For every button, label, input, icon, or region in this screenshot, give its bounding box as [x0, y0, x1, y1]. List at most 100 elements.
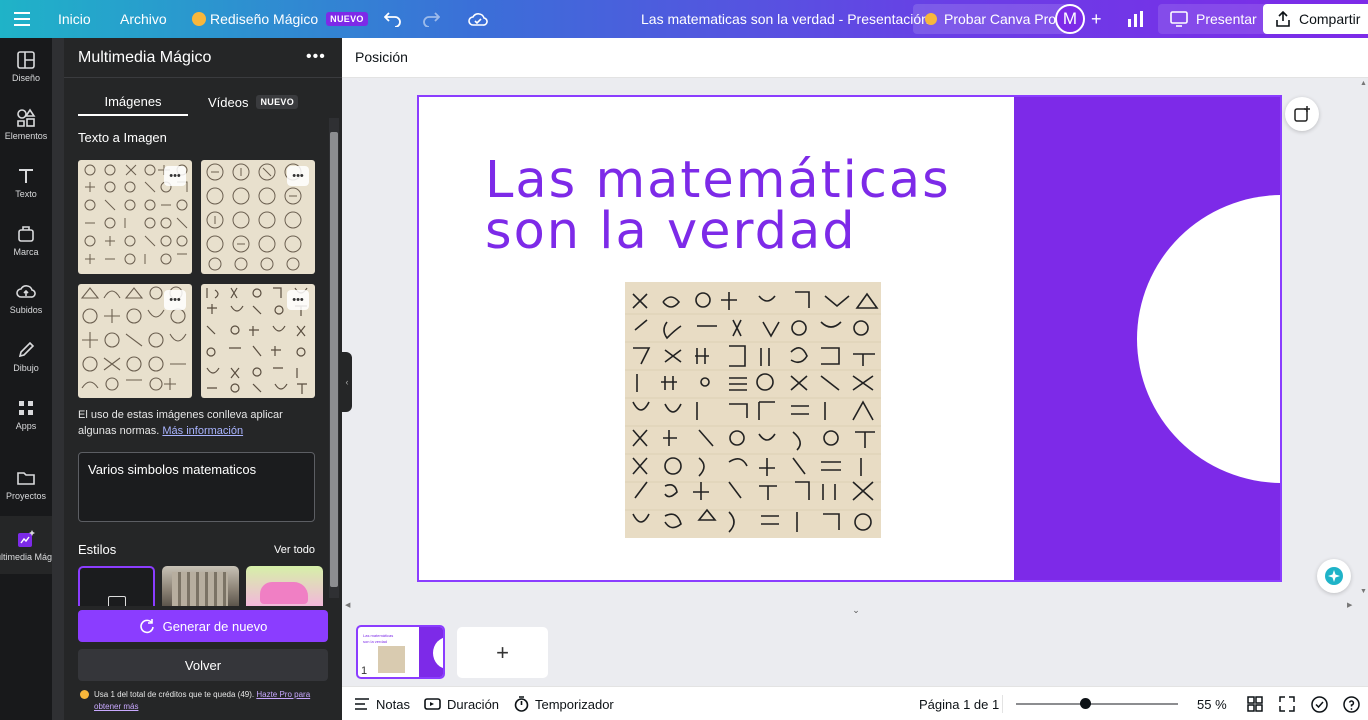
redo-icon: [423, 12, 440, 27]
collapse-panel-button[interactable]: ‹: [342, 352, 352, 412]
add-page-button[interactable]: +: [457, 627, 548, 678]
image-options-button[interactable]: •••: [164, 166, 186, 186]
zoom-slider[interactable]: [1016, 703, 1178, 705]
fullscreen-button[interactable]: [1279, 687, 1295, 720]
assistant-button[interactable]: [1317, 559, 1351, 593]
magic-media-icon: [18, 529, 35, 547]
menu-button[interactable]: [14, 0, 30, 38]
add-collaborator-button[interactable]: +: [1091, 0, 1102, 38]
bottom-bar: Notas Duración Temporizador Página 1 de …: [342, 686, 1368, 720]
draw-icon: [18, 341, 35, 357]
scroll-down-arrow-icon: ▼: [1360, 588, 1367, 595]
panel-edge: [52, 38, 64, 720]
try-pro-button[interactable]: Probar Canva Pro: [913, 4, 1069, 34]
magic-resize-label: Rediseño Mágico: [210, 11, 319, 27]
present-button[interactable]: Presentar: [1158, 4, 1269, 34]
scroll-up-arrow-icon: ▲: [1360, 80, 1367, 87]
tab-videos[interactable]: Vídeos NUEVO: [198, 88, 308, 116]
notes-label: Notas: [376, 696, 410, 712]
rail-item-projects[interactable]: Proyectos: [0, 456, 52, 512]
plus-icon: +: [1091, 8, 1102, 29]
analytics-button[interactable]: [1127, 0, 1145, 38]
home-link[interactable]: Inicio: [58, 0, 91, 38]
rail-item-elements[interactable]: Elementos: [0, 96, 52, 152]
generated-image-4[interactable]: •••: [201, 284, 315, 398]
style-none[interactable]: [78, 566, 155, 606]
grid-icon: [1247, 696, 1263, 712]
shapes-icon: [17, 108, 36, 127]
share-button[interactable]: Compartir: [1263, 4, 1368, 34]
position-button[interactable]: Posición: [355, 49, 408, 65]
help-button[interactable]: [1343, 687, 1360, 720]
crown-icon: [925, 13, 937, 25]
rail-label: Marca: [13, 246, 39, 257]
expand-icon: [1279, 696, 1295, 712]
document-title[interactable]: Las matematicas son la verdad - Presenta…: [641, 0, 929, 38]
image-options-button[interactable]: •••: [164, 290, 186, 310]
text-to-image-title: Texto a Imagen: [78, 130, 167, 145]
notes-button[interactable]: Notas: [354, 687, 410, 720]
back-button[interactable]: Volver: [78, 649, 328, 681]
rail-item-uploads[interactable]: Subidos: [0, 270, 52, 326]
notes-icon: [355, 698, 369, 710]
image-options-button[interactable]: •••: [287, 290, 309, 310]
save-status-button[interactable]: [468, 0, 488, 38]
more-info-link[interactable]: Más información: [162, 425, 243, 437]
upload-icon: [16, 284, 36, 298]
styles-title: Estilos: [78, 542, 117, 557]
car-shape: [260, 582, 308, 604]
generate-again-button[interactable]: Generar de nuevo: [78, 610, 328, 642]
duration-button[interactable]: Duración: [424, 687, 499, 720]
tab-images[interactable]: Imágenes: [78, 88, 188, 116]
rail-item-magic-media[interactable]: Multimedia Mágico: [0, 516, 64, 574]
folder-icon: [17, 471, 35, 485]
timer-label: Temporizador: [535, 696, 614, 712]
rail-item-apps[interactable]: Apps: [0, 386, 52, 442]
rail-item-brand[interactable]: Marca: [0, 212, 52, 268]
avatar[interactable]: M: [1055, 0, 1085, 38]
new-badge: NUEVO: [326, 12, 368, 26]
panel-scrollbar[interactable]: [329, 118, 339, 598]
magic-resize-button[interactable]: Rediseño Mágico NUEVO: [192, 0, 368, 38]
rail-item-text[interactable]: Texto: [0, 154, 52, 210]
chevron-left-icon: ‹: [345, 377, 349, 387]
file-menu[interactable]: Archivo: [120, 0, 167, 38]
add-element-button[interactable]: [1285, 97, 1319, 131]
usage-notice: El uso de estas imágenes conlleva aplica…: [78, 407, 318, 439]
more-dots-icon: •••: [306, 48, 326, 65]
style-photo[interactable]: [162, 566, 239, 606]
more-options-button[interactable]: •••: [306, 48, 326, 66]
rail-label: Subidos: [9, 304, 43, 315]
grid-view-button[interactable]: [1247, 687, 1263, 720]
rail-item-design[interactable]: Diseño: [0, 38, 52, 94]
check-button[interactable]: [1311, 687, 1328, 720]
rail-item-draw[interactable]: Dibujo: [0, 328, 52, 384]
timer-button[interactable]: Temporizador: [514, 687, 614, 720]
generated-image-1[interactable]: •••: [78, 160, 192, 274]
canvas-vertical-scrollbar[interactable]: ▲ ▼: [1358, 78, 1368, 600]
zoom-level[interactable]: 55 %: [1197, 687, 1227, 720]
share-icon: [1276, 11, 1290, 27]
style-vibrant[interactable]: [246, 566, 323, 606]
zoom-slider-handle[interactable]: [1080, 698, 1091, 709]
prompt-input[interactable]: [78, 452, 315, 522]
see-all-link[interactable]: Ver todo: [274, 544, 315, 556]
help-icon: [1343, 695, 1360, 713]
generated-image-2[interactable]: •••: [201, 160, 315, 274]
present-icon: [1170, 11, 1188, 27]
image-options-button[interactable]: •••: [287, 166, 309, 186]
redo-button[interactable]: [422, 0, 440, 38]
thumb-title-line-1: Las matemáticas: [363, 633, 394, 638]
undo-button[interactable]: [384, 0, 402, 38]
panel-title: Multimedia Mágico: [78, 49, 212, 66]
media-tabs: Imágenes Vídeos NUEVO: [78, 88, 328, 116]
crown-icon: [80, 690, 89, 699]
page-thumbnail-1[interactable]: Las matemáticas son la verdad 1: [356, 625, 445, 679]
timeline-icon: [424, 698, 441, 710]
generated-image-3[interactable]: •••: [78, 284, 192, 398]
page-indicator[interactable]: Página 1 de 1: [919, 687, 999, 720]
try-pro-label: Probar Canva Pro: [944, 11, 1057, 27]
avatar-letter: M: [1055, 4, 1085, 34]
scrollbar-thumb[interactable]: [330, 132, 338, 587]
tab-videos-label: Vídeos: [208, 94, 249, 110]
